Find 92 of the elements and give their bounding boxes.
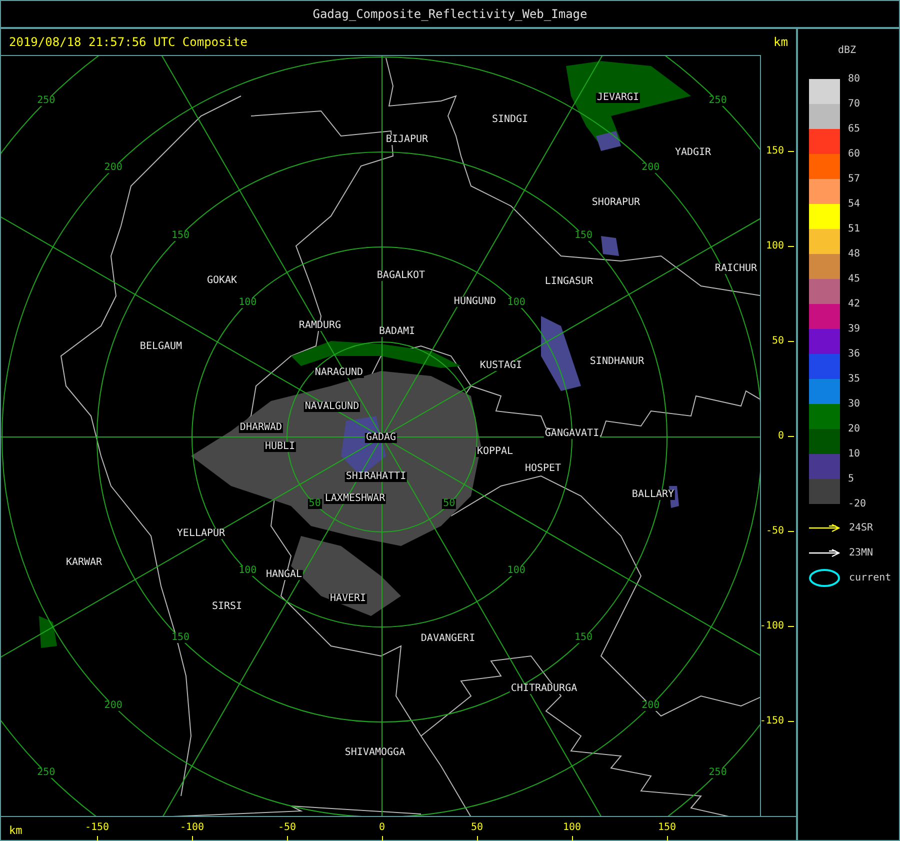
legend-title: dBZ — [838, 45, 856, 56]
axis-tick-label: -150 — [760, 716, 784, 726]
city-label: HOSPET — [524, 464, 562, 474]
city-label: NAVALGUND — [304, 402, 360, 412]
city-label: DHARWAD — [238, 423, 284, 433]
city-label: BALLARY — [630, 490, 676, 500]
range-ring-label: 100 — [238, 566, 258, 576]
city-label: SHIRAHATTI — [344, 472, 408, 482]
city-label: DAVANGERI — [420, 634, 476, 644]
city-label: SINDGI — [490, 115, 530, 125]
range-ring-label: 250 — [36, 768, 56, 778]
range-ring-label: 50 — [442, 499, 456, 510]
city-label: YADGIR — [674, 148, 712, 158]
scale-label: 70 — [848, 98, 860, 110]
axis-tick-label: 100 — [766, 240, 784, 252]
city-label: SIRSI — [210, 602, 244, 612]
city-label: SHORAPUR — [590, 198, 642, 208]
scale-label: 48 — [848, 248, 860, 260]
city-label: SHIVAMOGGA — [344, 748, 406, 758]
legend-marker-label: current — [849, 572, 892, 584]
city-label: KARWAR — [64, 558, 104, 568]
city-label: JEVARGI — [596, 93, 640, 103]
axis-tick-label: 150 — [766, 146, 784, 156]
city-label: RAICHUR — [714, 264, 758, 274]
scale-label: 42 — [848, 298, 860, 310]
range-ring-label: 250 — [708, 768, 728, 778]
scale-label: -20 — [848, 498, 866, 510]
scale-label: 80 — [848, 74, 860, 84]
city-label: KUSTAGI — [478, 361, 524, 371]
range-ring-label: 150 — [170, 230, 191, 240]
range-ring-label: 150 — [573, 633, 594, 644]
range-ring-label: 100 — [238, 298, 258, 308]
scale-label: 5 — [848, 474, 854, 484]
axis-tick-label: -50 — [766, 526, 784, 536]
scale-label: 60 — [848, 148, 860, 160]
city-label: YELLAPUR — [176, 529, 226, 539]
axis-tick-label: -100 — [760, 620, 784, 632]
scale-label: 57 — [848, 174, 860, 184]
city-label: HAVERI — [328, 594, 368, 604]
range-ring-label: 200 — [640, 700, 661, 711]
range-ring-label: 200 — [640, 163, 661, 174]
axis-tick-label: 0 — [378, 822, 386, 833]
unit-label: km — [774, 35, 788, 49]
axis-tick-label: 50 — [772, 336, 784, 346]
scale-label: 30 — [848, 398, 860, 410]
scale-label: 10 — [848, 448, 860, 460]
range-ring-label: 150 — [170, 633, 191, 644]
city-label: BELGAUM — [138, 342, 184, 352]
range-ring-label: 250 — [36, 96, 56, 106]
timestamp: 2019/08/18 21:57:56 UTC Composite — [9, 35, 248, 49]
city-label: LAXMESHWAR — [324, 494, 386, 504]
scale-label: 20 — [848, 424, 860, 434]
axis-tick-label: 0 — [778, 430, 784, 442]
axis-tick-label: 50 — [470, 822, 484, 833]
range-ring-label: 250 — [708, 96, 728, 106]
city-label: BAGALKOT — [376, 271, 426, 281]
city-label: BADAMI — [378, 327, 416, 337]
city-label: RAMDURG — [298, 321, 342, 331]
scale-label: 51 — [848, 224, 860, 234]
axis-tick-label: -150 — [84, 822, 110, 833]
scale-label: 65 — [848, 124, 860, 134]
city-label: HUBLI — [264, 442, 296, 452]
scale-label: 35 — [848, 374, 860, 384]
axis-tick-label: 100 — [562, 822, 582, 833]
city-label: HANGAL — [264, 570, 304, 580]
axis-tick-label: -100 — [180, 822, 204, 833]
legend-marker-label: 24SR — [849, 522, 874, 534]
range-ring-label: 200 — [103, 700, 124, 711]
range-ring-label: 50 — [308, 499, 322, 510]
axis-tick-label: -50 — [278, 822, 296, 833]
city-label: NARAGUND — [314, 368, 364, 378]
city-label: CHITRADURGA — [510, 684, 578, 694]
window-title: Gadag_Composite_Reflectivity_Web_Image — [312, 7, 588, 21]
range-ring-label: 100 — [506, 298, 526, 308]
city-label: LINGASUR — [544, 277, 594, 287]
range-ring-label: 100 — [506, 566, 526, 576]
scale-label: 36 — [848, 348, 860, 360]
range-ring-label: 200 — [103, 163, 124, 174]
city-label: HUNGUND — [452, 297, 498, 307]
city-label: SINDHANUR — [588, 357, 646, 367]
scale-label: 39 — [848, 324, 860, 334]
scale-label: 54 — [848, 198, 860, 210]
city-label: GADAG — [364, 433, 398, 443]
scale-label: 45 — [848, 274, 860, 284]
legend-marker-label: 23MN — [849, 548, 874, 558]
range-ring-label: 150 — [573, 230, 594, 240]
city-label: KOPPAL — [476, 447, 514, 457]
axis-unit-label: km — [9, 824, 22, 837]
axis-tick-label: 150 — [658, 822, 676, 833]
city-label: BIJAPUR — [384, 135, 430, 145]
city-label: GANGAVATI — [544, 429, 600, 439]
city-label: GOKAK — [206, 276, 238, 286]
